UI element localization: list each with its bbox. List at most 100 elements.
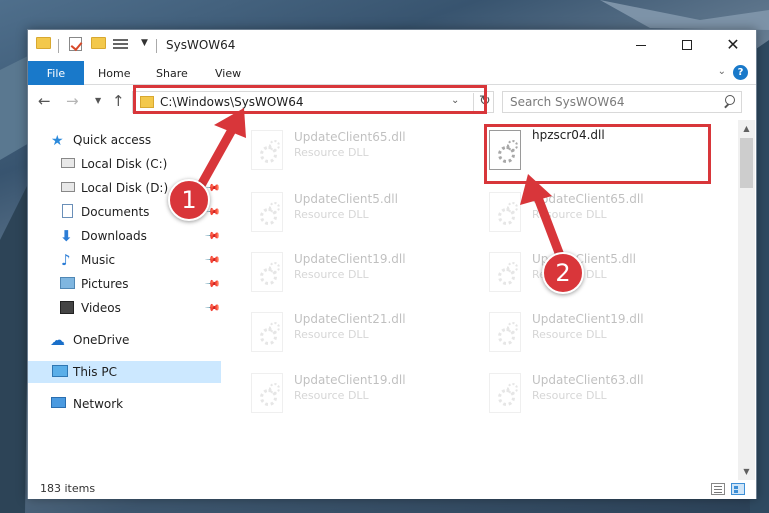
file-type: Resource DLL (294, 268, 369, 281)
tab-view[interactable]: View (215, 61, 241, 85)
sidebar-item-label: Local Disk (C:) (81, 157, 168, 171)
file-name: UpdateClient63.dll (532, 373, 644, 387)
sidebar-item-label: Downloads (81, 229, 147, 243)
quick-access-toolbar-dropdown-icon[interactable]: ▼ (141, 38, 148, 48)
scroll-down-icon[interactable]: ▼ (738, 463, 755, 480)
file-type: Resource DLL (294, 146, 369, 159)
sidebar-item-label: Music (81, 253, 116, 267)
vertical-scrollbar[interactable]: ▲ ▼ (738, 120, 755, 480)
file-highlight (484, 124, 711, 184)
dll-file-icon (251, 192, 283, 232)
sidebar-item-music[interactable]: ♪ Music 📌 (28, 249, 221, 271)
properties-check-icon[interactable] (69, 37, 82, 51)
music-icon: ♪ (61, 251, 71, 269)
dll-file-icon (489, 192, 521, 232)
file-type: Resource DLL (294, 328, 369, 341)
sidebar-item-label: This PC (73, 365, 117, 379)
step-2-badge: 2 (542, 252, 584, 294)
file-type: Resource DLL (532, 389, 607, 402)
sidebar-item-quick-access[interactable]: ★ Quick access (28, 129, 221, 151)
sidebar-item-network[interactable]: Network (28, 393, 221, 415)
ribbon-tabs: File Home Share View ⌄ ? (28, 61, 756, 85)
search-input[interactable]: Search SysWOW64 (510, 95, 624, 109)
dll-file-icon (489, 312, 521, 352)
drive-icon (61, 182, 75, 192)
folder-icon (36, 37, 51, 49)
file-item[interactable]: UpdateClient65.dll Resource DLL (251, 126, 481, 176)
title-bar: ▼ SysWOW64 ✕ (28, 30, 756, 61)
sidebar-item-this-pc[interactable]: This PC (28, 361, 221, 383)
dll-file-icon (251, 130, 283, 170)
sidebar-item-label: Quick access (73, 133, 152, 147)
file-type: Resource DLL (532, 208, 607, 221)
sidebar-item-label: Network (73, 397, 124, 411)
sidebar-item-label: Local Disk (D:) (81, 181, 169, 195)
window-title: SysWOW64 (166, 38, 236, 52)
file-item[interactable]: UpdateClient63.dll Resource DLL (489, 369, 719, 419)
sidebar-item-pictures[interactable]: Pictures 📌 (28, 273, 221, 295)
sidebar-item-onedrive[interactable]: ☁ OneDrive (28, 329, 221, 351)
item-count: 183 items (40, 482, 96, 495)
pin-icon[interactable]: 📌 (204, 228, 221, 245)
videos-icon (60, 301, 74, 314)
download-icon: ⬇ (60, 227, 73, 245)
file-item[interactable]: UpdateClient5.dll Resource DLL (489, 248, 719, 298)
new-folder-icon[interactable] (91, 37, 106, 49)
recent-locations-chevron-icon[interactable]: ▼ (95, 96, 101, 105)
file-item[interactable]: UpdateClient5.dll Resource DLL (251, 188, 481, 238)
search-icon[interactable] (723, 95, 735, 107)
file-item[interactable]: UpdateClient19.dll Resource DLL (489, 308, 719, 358)
minimize-button[interactable] (618, 30, 664, 60)
status-bar: 183 items (28, 480, 756, 499)
search-box[interactable]: Search SysWOW64 (502, 91, 742, 113)
file-item[interactable]: UpdateClient65.dll Resource DLL (489, 188, 719, 238)
help-icon[interactable]: ? (733, 65, 748, 80)
tab-home[interactable]: Home (98, 61, 130, 85)
scroll-thumb[interactable] (740, 138, 753, 188)
sidebar-item-local-disk-c[interactable]: Local Disk (C:) (28, 153, 221, 175)
close-button[interactable]: ✕ (710, 30, 756, 60)
large-icons-view-icon[interactable] (731, 483, 745, 495)
file-item[interactable]: UpdateClient21.dll Resource DLL (251, 308, 481, 358)
file-item[interactable]: UpdateClient19.dll Resource DLL (251, 248, 481, 298)
step-1-badge: 1 (168, 179, 210, 221)
sidebar-item-downloads[interactable]: ⬇ Downloads 📌 (28, 225, 221, 247)
file-name: UpdateClient19.dll (532, 312, 644, 326)
file-name: UpdateClient21.dll (294, 312, 406, 326)
file-type: Resource DLL (294, 208, 369, 221)
expand-ribbon-icon[interactable]: ⌄ (718, 66, 726, 77)
computer-icon (52, 365, 68, 377)
address-bar-highlight (133, 85, 487, 114)
navigation-pane: ★ Quick access Local Disk (C:) Local Dis… (28, 120, 221, 480)
file-item[interactable]: UpdateClient19.dll Resource DLL (251, 369, 481, 419)
dll-file-icon (489, 373, 521, 413)
tab-file[interactable]: File (28, 61, 84, 85)
pin-icon[interactable]: 📌 (204, 276, 221, 293)
file-type: Resource DLL (294, 389, 369, 402)
file-name: UpdateClient65.dll (532, 192, 644, 206)
details-view-icon[interactable] (711, 483, 725, 495)
sidebar-item-videos[interactable]: Videos 📌 (28, 297, 221, 319)
customize-view-icon[interactable] (113, 37, 128, 50)
sidebar-item-label: OneDrive (73, 333, 130, 347)
network-icon (51, 397, 66, 408)
sidebar-item-label: Videos (81, 301, 121, 315)
forward-arrow-icon[interactable]: → (66, 92, 79, 110)
scroll-up-icon[interactable]: ▲ (738, 120, 755, 137)
file-name: UpdateClient65.dll (294, 130, 406, 144)
tab-share[interactable]: Share (156, 61, 188, 85)
file-name: UpdateClient19.dll (294, 373, 406, 387)
sidebar-item-label: Documents (81, 205, 150, 219)
dll-file-icon (251, 373, 283, 413)
back-arrow-icon[interactable]: ← (38, 92, 51, 110)
file-name: UpdateClient19.dll (294, 252, 406, 266)
pin-icon[interactable]: 📌 (204, 252, 221, 269)
dll-file-icon (489, 252, 521, 292)
sidebar-item-label: Pictures (81, 277, 129, 291)
dll-file-icon (251, 252, 283, 292)
up-arrow-icon[interactable]: ↑ (112, 92, 125, 110)
pin-icon[interactable]: 📌 (204, 300, 221, 317)
dll-file-icon (251, 312, 283, 352)
drive-icon (61, 158, 75, 168)
maximize-button[interactable] (664, 30, 710, 60)
